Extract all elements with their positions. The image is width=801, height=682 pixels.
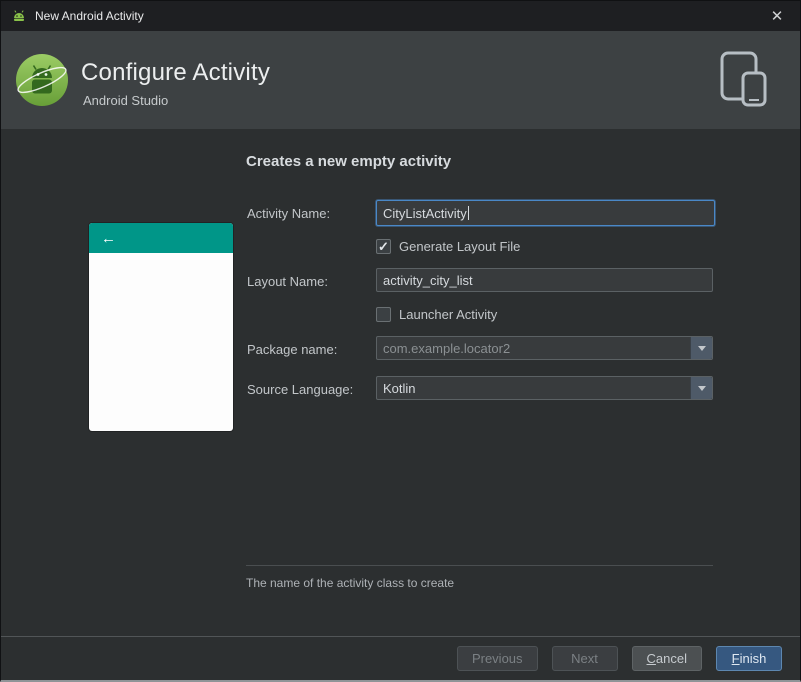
close-icon[interactable]: ✕ (764, 9, 790, 24)
layout-name-label: Layout Name: (247, 274, 328, 289)
package-name-dropdown-button[interactable] (690, 337, 712, 359)
wizard-title: Configure Activity (81, 59, 271, 86)
wizard-body: Creates a new empty activity ← Activity … (1, 129, 800, 636)
next-button[interactable]: Next (551, 646, 618, 671)
preview-appbar: ← (89, 223, 233, 253)
layout-name-input[interactable]: activity_city_list (376, 268, 713, 292)
source-language-value: Kotlin (383, 380, 416, 396)
generate-layout-checkbox[interactable]: ✓ (376, 239, 391, 254)
wizard-header: Configure Activity Android Studio (1, 31, 800, 129)
layout-name-value: activity_city_list (383, 272, 473, 288)
text-cursor (467, 206, 469, 220)
activity-name-value: CityListActivity (383, 205, 467, 221)
dialog-button-bar: Previous Next Cancel Finish (1, 636, 800, 680)
finish-button[interactable]: Finish (716, 646, 782, 671)
cancel-button[interactable]: Cancel (631, 646, 702, 671)
launcher-activity-checkbox[interactable] (376, 307, 391, 322)
package-name-combobox[interactable]: com.example.locator2 (376, 336, 713, 360)
hint-separator (246, 565, 713, 566)
back-arrow-icon: ← (101, 229, 116, 247)
activity-name-label: Activity Name: (247, 206, 331, 221)
android-app-icon (11, 8, 27, 24)
activity-preview-thumbnail: ← (89, 223, 233, 431)
launcher-activity-checkbox-row[interactable]: Launcher Activity (376, 307, 497, 322)
previous-button[interactable]: Previous (456, 646, 538, 671)
chevron-down-icon (697, 345, 706, 351)
activity-name-input[interactable]: CityListActivity (376, 200, 715, 226)
field-hint-text: The name of the activity class to create (246, 576, 455, 590)
launcher-activity-label: Launcher Activity (399, 307, 498, 322)
window-title: New Android Activity (35, 9, 144, 23)
title-bar: New Android Activity ✕ (1, 1, 800, 31)
source-language-label: Source Language: (247, 382, 354, 397)
new-android-activity-dialog: New Android Activity ✕ Configure Activit… (0, 0, 801, 682)
wizard-subtitle: Android Studio (83, 93, 169, 108)
generate-layout-checkbox-row[interactable]: ✓ Generate Layout File (376, 239, 520, 254)
source-language-dropdown[interactable]: Kotlin (376, 376, 713, 400)
step-heading: Creates a new empty activity (246, 153, 452, 170)
package-name-value: com.example.locator2 (383, 340, 511, 356)
package-name-label: Package name: (247, 342, 338, 357)
source-language-dropdown-button[interactable] (690, 377, 712, 399)
generate-layout-label: Generate Layout File (399, 239, 521, 254)
android-studio-logo-icon (14, 52, 70, 108)
phone-tablet-icon (716, 49, 772, 109)
chevron-down-icon (697, 385, 706, 391)
